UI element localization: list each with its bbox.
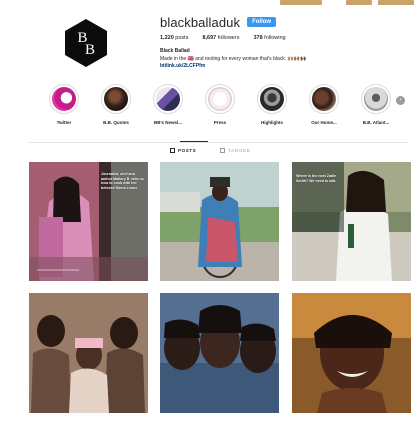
tab-tagged[interactable]: TAGGED [220,148,250,153]
profile-username: blackballaduk [160,14,241,30]
highlight-quotes[interactable]: B.B. Quotes [94,84,138,125]
following-stat[interactable]: 378 following [253,35,285,41]
atlanta-highlight-icon [364,87,388,111]
twitter-highlight-icon [52,87,76,111]
posts-stat[interactable]: 1,220 posts [160,35,188,41]
bio-name: Black Ballad [160,48,190,54]
highlight-twitter[interactable]: Twitter [42,84,86,125]
press-highlight-icon [208,87,232,111]
post-tile-3[interactable]: Where is the next Zadie Smith? We need t… [292,162,411,281]
grid-icon [170,148,175,153]
quotes-highlight-icon [104,87,128,111]
tag-icon [220,148,226,153]
home-highlight-icon [312,87,336,111]
highlights-next-icon[interactable]: › [396,96,405,105]
profile-header: B B blackballaduk Follow 1,220 posts 8,6… [0,6,417,78]
story-highlights: Twitter B.B. Quotes BB's Newsl... Press … [42,84,417,130]
profile-bio: Black Ballad Made in the 🇬🇧 and rooting … [160,48,400,71]
post-1-caption: Journalist, chef and author Mallory B. t… [101,172,144,190]
username-row: blackballaduk Follow [160,14,277,30]
active-tab-indicator [180,141,208,142]
follow-button[interactable]: Follow [247,17,277,27]
profile-tabs: POSTS TAGGED [170,148,251,153]
profile-avatar[interactable]: B B [61,18,111,68]
highlight-press[interactable]: Press [198,84,242,125]
post-tile-4[interactable] [29,293,148,413]
followers-stat[interactable]: 8,697 followers [202,35,239,41]
bio-link[interactable]: bitlink.uk/2LCFPfm [160,63,400,71]
posts-grid: Journalist, chef and author Mallory B. t… [29,162,411,419]
post-tile-1[interactable]: Journalist, chef and author Mallory B. t… [29,162,148,281]
highlight-atlanta[interactable]: B.B. Atlant... [354,84,398,125]
post-tile-5[interactable] [160,293,279,413]
post-4-image [29,293,148,413]
tab-posts[interactable]: POSTS [170,148,196,153]
highlight-home[interactable]: Our Home... [302,84,346,125]
bb-logo-icon: B B [65,19,107,67]
highlight-highlights[interactable]: Highlights [250,84,294,125]
post-3-caption: Where is the next Zadie Smith? We need t… [296,174,337,183]
svg-text:B: B [85,42,95,58]
profile-stats: 1,220 posts 8,697 followers 378 followin… [160,35,286,41]
tabs-divider [28,142,408,143]
newsletter-highlight-icon [156,87,180,111]
highlight-newsletter[interactable]: BB's Newsl... [146,84,190,125]
post-2-image [160,162,279,281]
post-6-image [292,293,411,413]
bio-text: Made in the 🇬🇧 and rooting for every wom… [160,55,307,62]
post-tile-6[interactable] [292,293,411,413]
highlights-highlight-icon [260,87,284,111]
post-tile-2[interactable] [160,162,279,281]
post-5-image [160,293,279,413]
